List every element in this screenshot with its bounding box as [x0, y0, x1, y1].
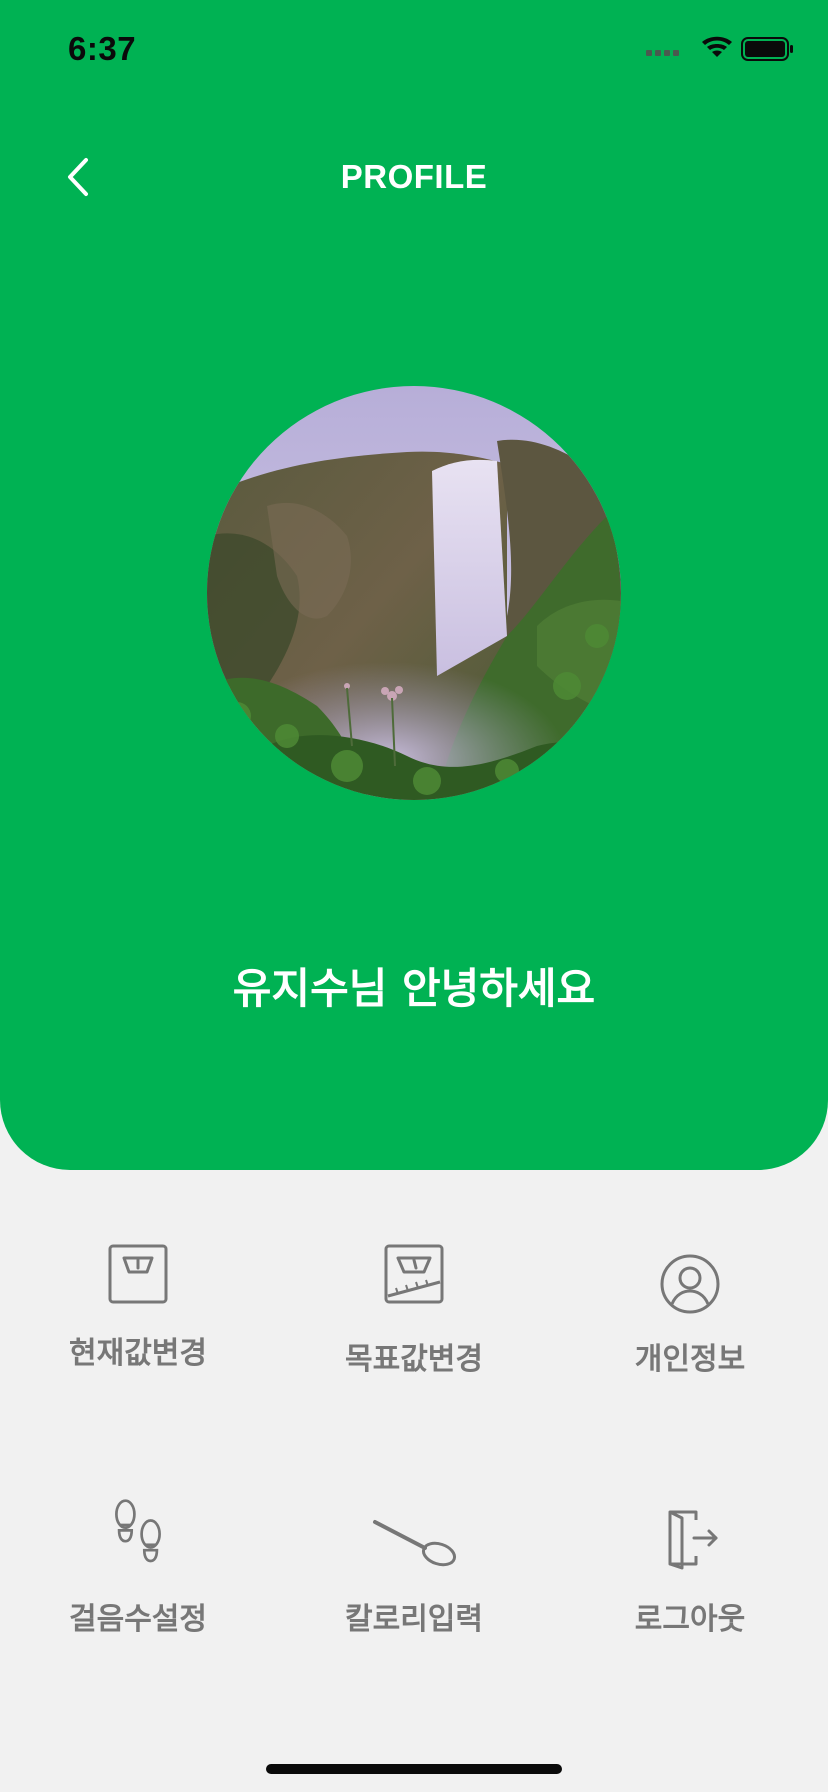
menu-label-logout: 로그아웃: [634, 1602, 746, 1637]
menu-item-current-value[interactable]: 현재값변경: [28, 1226, 248, 1406]
logout-icon: [668, 1510, 718, 1570]
menu-item-personal-info[interactable]: 개인정보: [580, 1226, 800, 1406]
battery-icon: [741, 37, 793, 61]
greeting-text: 유지수님 안녕하세요: [232, 964, 596, 1013]
avatar[interactable]: [207, 386, 621, 800]
home-indicator[interactable]: [266, 1764, 562, 1774]
wifi-icon: [702, 36, 732, 57]
scale-icon: [108, 1244, 168, 1304]
target-scale-icon: [384, 1244, 444, 1304]
menu-label-calorie-input: 칼로리입력: [345, 1602, 483, 1637]
menu-label-personal-info: 개인정보: [634, 1342, 746, 1377]
page-title: PROFILE: [340, 158, 488, 195]
waterfall-photo: [207, 386, 621, 800]
menu-label-target-value: 목표값변경: [345, 1342, 483, 1377]
profile-header-panel: 6:37 PROFILE 유지수님 안녕하세요: [0, 0, 828, 1170]
signal-icon: [646, 50, 679, 56]
menu-item-logout[interactable]: 로그아웃: [580, 1490, 800, 1670]
status-bar-icons: [646, 36, 793, 61]
status-bar-time: 6:37: [68, 30, 137, 67]
menu-label-current-value: 현재값변경: [69, 1336, 207, 1371]
menu-item-step-setting[interactable]: 걸음수설정: [28, 1490, 248, 1670]
menu-label-step-setting: 걸음수설정: [69, 1602, 207, 1637]
user-circle-icon: [660, 1254, 720, 1314]
footprints-icon: [115, 1499, 161, 1563]
menu-item-calorie-input[interactable]: 칼로리입력: [304, 1490, 524, 1670]
spoon-icon: [373, 1520, 457, 1567]
menu-item-target-value[interactable]: 목표값변경: [304, 1226, 524, 1406]
